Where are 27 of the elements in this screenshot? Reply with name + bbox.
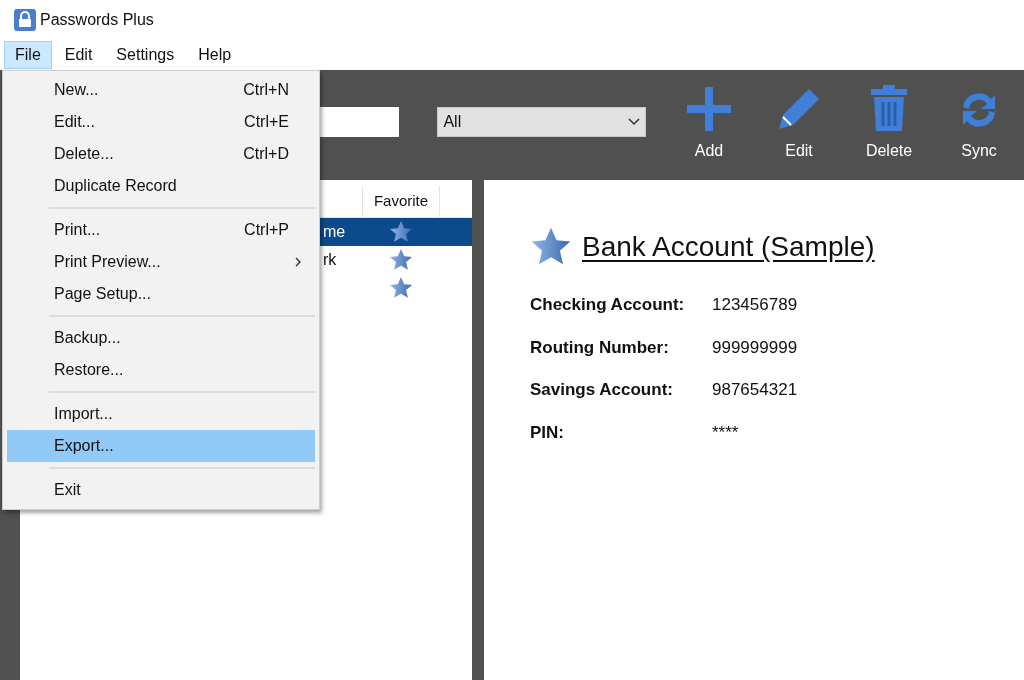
field-label: Checking Account: bbox=[530, 294, 686, 316]
record-name: rk bbox=[323, 251, 337, 268]
field-value: **** bbox=[712, 421, 739, 444]
field-value: 123456789 bbox=[712, 294, 798, 316]
menu-item-label: Duplicate Record bbox=[54, 176, 178, 196]
field-label: Savings Account: bbox=[530, 379, 674, 401]
record-name: me bbox=[323, 223, 346, 240]
menu-item-label: New... bbox=[54, 80, 100, 100]
menu-item-label: Export... bbox=[54, 436, 115, 456]
menu-item-label: Import... bbox=[54, 404, 114, 424]
menu-item-label: Delete... bbox=[54, 144, 115, 164]
shortcut-label: Ctrl+N bbox=[243, 80, 289, 100]
field-value: 987654321 bbox=[712, 379, 798, 401]
field-value: 999999999 bbox=[712, 336, 798, 359]
menu-item-label: Backup... bbox=[54, 328, 122, 348]
menu-item-label: Page Setup... bbox=[54, 284, 152, 304]
shortcut-label: Ctrl+E bbox=[244, 112, 289, 132]
field-label: Routing Number: bbox=[530, 336, 670, 359]
field-label: PIN: bbox=[530, 421, 565, 444]
shortcut-label: Ctrl+D bbox=[243, 144, 289, 164]
menu-item-label: Restore... bbox=[54, 360, 125, 380]
menu-item-label: Print Preview... bbox=[54, 252, 162, 272]
menu-item-label: Edit... bbox=[54, 112, 96, 132]
window-title: Passwords Plus bbox=[40, 10, 154, 30]
shortcut-label: Ctrl+P bbox=[244, 220, 289, 240]
menu-item-label: Exit bbox=[54, 480, 82, 500]
menu-item-label: Print... bbox=[54, 220, 102, 240]
